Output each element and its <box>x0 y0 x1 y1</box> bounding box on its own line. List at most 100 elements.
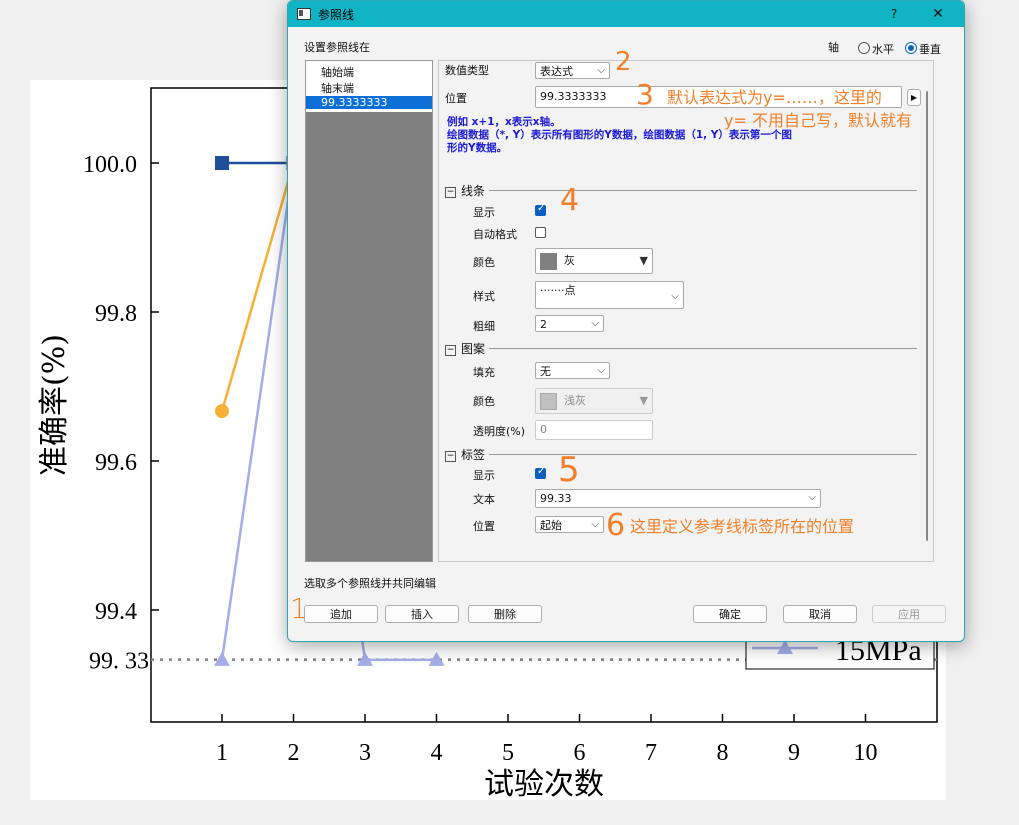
play-arrow-icon: ▶ <box>910 93 918 102</box>
add-button[interactable]: 追加 <box>304 605 378 623</box>
fill-select[interactable]: 无 ⌵ <box>535 362 610 379</box>
insert-button[interactable]: 插入 <box>385 605 459 623</box>
dropdown-triangle-icon: ▼ <box>639 254 648 267</box>
multi-edit-label: 选取多个参照线并共同编辑 <box>304 577 436 590</box>
apply-button[interactable]: 应用 <box>872 605 946 623</box>
x-axis-title: 试验次数 <box>484 767 604 802</box>
ok-button[interactable]: 确定 <box>693 605 767 623</box>
divider <box>489 454 917 455</box>
auto-format-checkbox[interactable] <box>535 227 546 238</box>
opacity-input[interactable]: 0 <box>535 420 653 440</box>
line-width-value: 2 <box>540 318 547 331</box>
opacity-label: 透明度(%) <box>473 425 526 438</box>
x-tick-label: 7 <box>645 740 657 766</box>
label-position-value: 起始 <box>540 519 562 532</box>
label-text-label: 文本 <box>473 493 495 506</box>
value-type-label: 数值类型 <box>445 64 489 77</box>
section-pattern-title: 图案 <box>461 342 486 356</box>
data-point-square <box>215 156 229 170</box>
color-swatch <box>540 253 557 270</box>
line-show-label: 显示 <box>473 206 495 219</box>
label-position-select[interactable]: 起始 ⌵ <box>535 516 604 533</box>
collapse-icon: − <box>445 187 456 198</box>
y-tick-label: 99.8 <box>95 301 137 327</box>
pattern-color-value: 浅灰 <box>564 394 586 407</box>
auto-format-label: 自动格式 <box>473 228 517 241</box>
expression-menu-button[interactable]: ▶ <box>907 89 921 106</box>
y-tick-label: 99.6 <box>95 450 137 476</box>
collapse-icon: − <box>445 345 456 356</box>
annotation-number-1: 1 <box>290 592 308 625</box>
annotation-number-4: 4 <box>560 183 580 218</box>
title-bar[interactable]: 参照线 ? ✕ <box>288 1 964 27</box>
label-text-input[interactable]: 99.33 ⌵ <box>535 489 821 508</box>
fill-value: 无 <box>540 365 551 378</box>
help-button[interactable]: ? <box>882 4 906 24</box>
chevron-down-icon: ⌵ <box>591 318 599 329</box>
y-tick-label: 100.0 <box>83 152 137 178</box>
list-item-99-3333333[interactable]: 99.3333333 <box>306 96 432 109</box>
delete-button[interactable]: 删除 <box>468 605 542 623</box>
dropdown-triangle-icon: ▼ <box>639 394 648 407</box>
axis-label: 轴 <box>828 41 839 54</box>
x-tick-label: 9 <box>788 740 800 766</box>
position-value: 99.3333333 <box>540 90 607 103</box>
axis-vertical-radio[interactable] <box>905 42 917 54</box>
y-axis-title: 准确率(%) <box>37 334 72 476</box>
section-line-title: 线条 <box>461 184 486 198</box>
line-width-label: 粗细 <box>473 320 495 333</box>
annotation-number-2: 2 <box>615 47 632 77</box>
pattern-color-select[interactable]: 浅灰 ▼ <box>535 388 653 414</box>
close-button[interactable]: ✕ <box>926 4 950 24</box>
annotation-note-6: 这里定义参考线标签所在的位置 <box>630 517 855 536</box>
set-reference-at-label: 设置参照线在 <box>304 41 370 54</box>
opacity-value: 0 <box>540 423 547 436</box>
section-line[interactable]: − 线条 <box>445 182 485 199</box>
label-text-value: 99.33 <box>540 492 572 505</box>
x-tick-label: 2 <box>288 740 300 766</box>
property-panel: 数值类型 表达式 ⌵ 位置 99.3333333 ▶ 例如 x+1，x表示x轴。 … <box>438 60 934 562</box>
x-tick-label: 5 <box>502 740 514 766</box>
data-point-circle <box>215 404 229 419</box>
collapse-icon: − <box>445 451 456 462</box>
annotation-note-3-line-1: 默认表达式为y=……，这里的 <box>667 88 882 107</box>
position-label: 位置 <box>445 92 467 105</box>
label-show-label: 显示 <box>473 469 495 482</box>
cancel-button[interactable]: 取消 <box>783 605 857 623</box>
chevron-down-icon: ⌵ <box>591 519 599 530</box>
annotation-number-6: 6 <box>606 508 626 543</box>
chevron-down-icon: ⌵ <box>671 291 679 302</box>
section-label[interactable]: − 标签 <box>445 446 485 463</box>
line-color-label: 颜色 <box>473 256 495 269</box>
dialog-title: 参照线 <box>318 8 355 22</box>
line-color-select[interactable]: 灰 ▼ <box>535 248 653 274</box>
value-type-value: 表达式 <box>540 65 573 78</box>
line-width-select[interactable]: 2 ⌵ <box>535 315 604 332</box>
x-tick-label: 6 <box>574 740 586 766</box>
label-show-checkbox[interactable] <box>535 466 546 479</box>
axis-horizontal-label: 水平 <box>872 43 894 56</box>
chevron-down-icon: ⌵ <box>808 492 816 503</box>
scrollbar-thumb[interactable] <box>926 91 928 541</box>
list-item-axis-start[interactable]: 轴始端 <box>321 64 354 80</box>
line-style-select[interactable]: ·······点 ⌵ <box>535 281 684 309</box>
list-item-axis-end[interactable]: 轴末端 <box>321 80 354 96</box>
line-style-value: ·······点 <box>540 284 576 297</box>
value-type-select[interactable]: 表达式 ⌵ <box>535 62 610 79</box>
axis-horizontal-radio[interactable] <box>858 42 870 54</box>
reference-line-list[interactable]: 轴始端 轴末端 99.3333333 <box>305 60 433 562</box>
fill-label: 填充 <box>473 366 495 379</box>
line-show-checkbox[interactable] <box>535 203 546 216</box>
axis-vertical-label: 垂直 <box>919 43 941 56</box>
line-color-value: 灰 <box>564 254 575 267</box>
annotation-number-3: 3 <box>636 78 654 111</box>
scrollbar[interactable] <box>921 61 933 561</box>
reference-line-label: 99. 33 <box>89 649 149 675</box>
annotation-number-5: 5 <box>558 450 580 490</box>
section-label-title: 标签 <box>461 448 486 462</box>
section-pattern[interactable]: − 图案 <box>445 340 485 357</box>
x-tick-label: 3 <box>359 740 371 766</box>
line-style-label: 样式 <box>473 290 495 303</box>
x-tick-label: 8 <box>717 740 729 766</box>
chevron-down-icon: ⌵ <box>597 65 605 76</box>
